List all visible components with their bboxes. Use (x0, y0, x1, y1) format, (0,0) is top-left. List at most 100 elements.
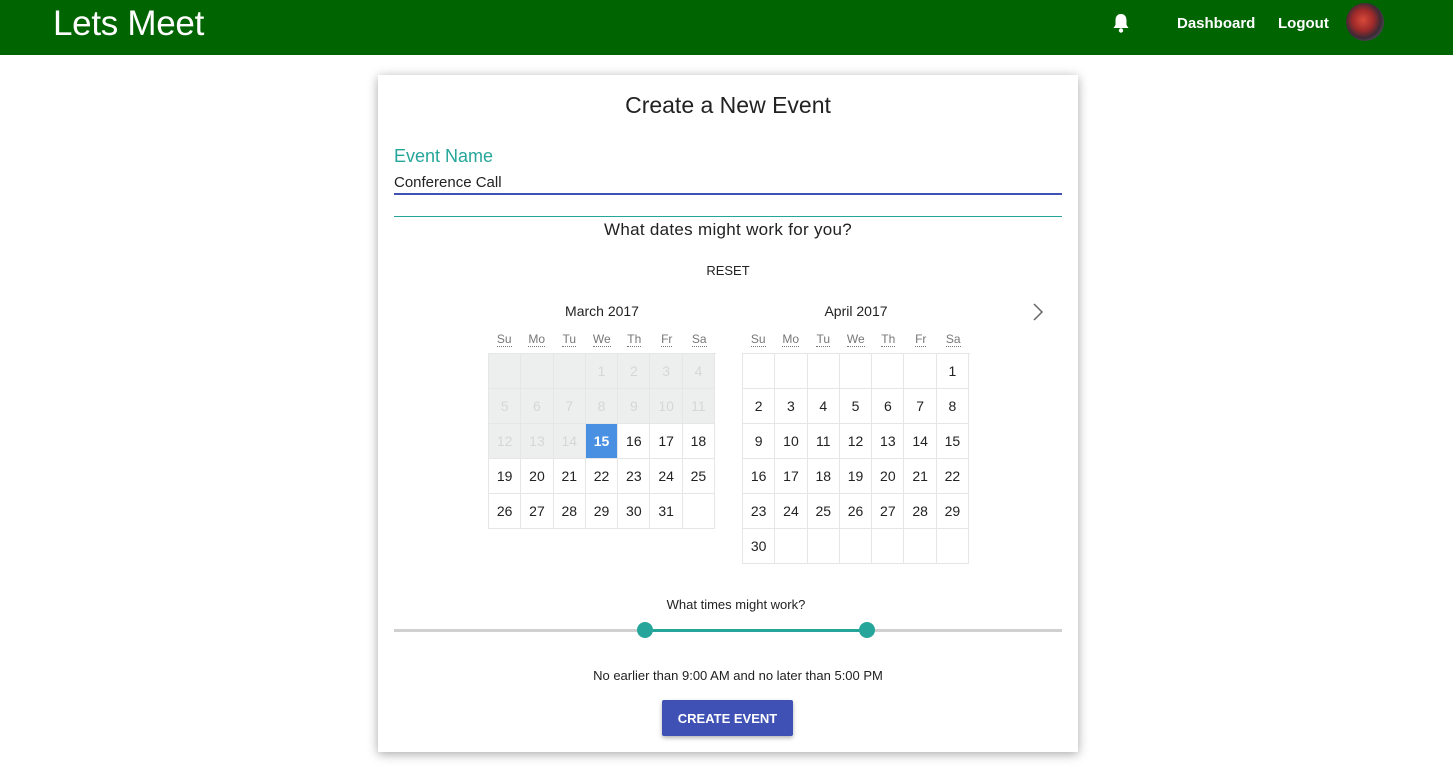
day-cell[interactable]: 16 (618, 424, 651, 459)
day-cell[interactable]: 28 (904, 494, 937, 529)
section-divider (394, 216, 1062, 217)
day-cell[interactable]: 27 (872, 494, 905, 529)
empty-day-cell (872, 354, 905, 389)
day-cell[interactable]: 11 (807, 424, 840, 459)
calendar-month-april: April 2017 Su Mo Tu We Th Fr Sa 1 2 3 4 5 6 7 8 9 10 11 1… (742, 303, 970, 564)
day-cell[interactable]: 23 (618, 459, 651, 494)
empty-day-cell (936, 529, 970, 564)
user-avatar[interactable] (1346, 3, 1384, 41)
day-cell[interactable]: 6 (872, 389, 905, 424)
day-cell[interactable]: 22 (585, 459, 619, 494)
day-cell[interactable]: 17 (775, 459, 808, 494)
day-cell[interactable]: 13 (872, 424, 905, 459)
weekday-label: We (840, 332, 873, 347)
day-cell[interactable]: 18 (807, 459, 840, 494)
empty-day-cell (807, 529, 840, 564)
day-cell-disabled: 8 (585, 389, 619, 424)
day-cell[interactable]: 22 (936, 459, 970, 494)
month-title: March 2017 (565, 303, 639, 319)
day-cell[interactable]: 14 (904, 424, 937, 459)
day-cell[interactable]: 26 (839, 494, 873, 529)
day-cell[interactable]: 21 (904, 459, 937, 494)
event-name-input[interactable] (394, 171, 1062, 195)
day-cell[interactable]: 19 (489, 459, 522, 494)
top-navbar: Lets Meet Dashboard Logout (0, 0, 1453, 55)
day-cell[interactable]: 27 (521, 494, 554, 529)
weekday-abbr: Fr (661, 332, 673, 347)
weekday-label: Th (618, 332, 651, 347)
day-cell[interactable]: 3 (775, 389, 808, 424)
weekday-abbr: Tu (562, 332, 577, 347)
notification-bell-icon[interactable] (1111, 12, 1131, 34)
empty-day-cell (521, 354, 554, 389)
day-cell-disabled: 10 (650, 389, 683, 424)
event-name-label: Event Name (394, 146, 494, 166)
day-cell-disabled: 11 (682, 389, 716, 424)
time-range-summary: No earlier than 9:00 AM and no later tha… (593, 668, 883, 683)
empty-day-cell (489, 354, 522, 389)
day-cell[interactable]: 29 (936, 494, 970, 529)
day-cell[interactable]: 2 (743, 389, 776, 424)
next-month-chevron-icon[interactable] (1028, 301, 1048, 323)
slider-start-handle[interactable] (636, 622, 653, 638)
day-cell[interactable]: 19 (839, 459, 873, 494)
weekday-abbr: We (846, 332, 865, 347)
day-cell[interactable]: 24 (775, 494, 808, 529)
dates-question: What dates might work for you? (603, 220, 853, 239)
weekday-label: Sa (937, 332, 970, 347)
nav-dashboard-link[interactable]: Dashboard (1177, 15, 1255, 32)
app-brand[interactable]: Lets Meet (53, 4, 204, 44)
weekday-abbr: Su (750, 332, 766, 347)
day-cell[interactable]: 20 (521, 459, 554, 494)
day-cell[interactable]: 4 (807, 389, 840, 424)
weekday-label: Th (872, 332, 905, 347)
weekday-header: Su Mo Tu We Th Fr Sa (742, 325, 970, 353)
weekday-abbr: Th (881, 332, 896, 347)
day-cell[interactable]: 8 (936, 389, 970, 424)
empty-day-cell (682, 494, 716, 529)
nav-logout-link[interactable]: Logout (1278, 15, 1329, 32)
reset-wrapper: RESET (378, 263, 1078, 278)
day-cell[interactable]: 30 (743, 529, 776, 564)
day-cell[interactable]: 17 (650, 424, 683, 459)
weekday-label: Fr (905, 332, 938, 347)
empty-day-cell (553, 354, 586, 389)
day-cell[interactable]: 18 (682, 424, 716, 459)
day-cell[interactable]: 30 (618, 494, 651, 529)
day-cell[interactable]: 12 (839, 424, 873, 459)
day-cell[interactable]: 10 (775, 424, 808, 459)
reset-button[interactable]: RESET (706, 263, 749, 278)
day-cell-disabled: 9 (618, 389, 651, 424)
day-cell[interactable]: 26 (489, 494, 522, 529)
weekday-label: Mo (521, 332, 554, 347)
day-cell-disabled: 14 (553, 424, 586, 459)
day-cell[interactable]: 31 (650, 494, 683, 529)
day-cell[interactable]: 1 (936, 354, 970, 389)
day-cell-selected[interactable]: 15 (585, 424, 619, 459)
day-cell[interactable]: 16 (743, 459, 776, 494)
day-cell[interactable]: 9 (743, 424, 776, 459)
day-grid: 1 2 3 4 5 6 7 8 9 10 11 12 13 14 15 16 17 18 19 20 21 22 23 24 2… (488, 353, 716, 529)
day-cell[interactable]: 25 (807, 494, 840, 529)
day-cell[interactable]: 7 (904, 389, 937, 424)
calendar-month-march: March 2017 Su Mo Tu We Th Fr Sa 1 2 3 4 5 6 7 8 9 10 11 1… (488, 303, 716, 529)
day-cell[interactable]: 21 (553, 459, 586, 494)
weekday-abbr: Th (627, 332, 642, 347)
day-cell[interactable]: 29 (585, 494, 619, 529)
day-cell[interactable]: 25 (682, 459, 716, 494)
day-cell[interactable]: 28 (553, 494, 586, 529)
day-cell[interactable]: 5 (839, 389, 873, 424)
day-cell[interactable]: 24 (650, 459, 683, 494)
weekday-label: Fr (651, 332, 684, 347)
day-cell[interactable]: 15 (936, 424, 970, 459)
day-grid: 1 2 3 4 5 6 7 8 9 10 11 12 13 14 15 16 17 18 19 20 21 22 23 24 2… (742, 353, 970, 564)
slider-end-handle[interactable] (859, 622, 876, 638)
page-title: Create a New Event (625, 92, 831, 118)
time-range-slider[interactable] (394, 621, 1062, 639)
day-cell-disabled: 7 (553, 389, 586, 424)
day-cell-disabled: 13 (521, 424, 554, 459)
create-event-button[interactable]: CREATE EVENT (662, 700, 793, 736)
day-cell[interactable]: 23 (743, 494, 776, 529)
day-cell[interactable]: 20 (872, 459, 905, 494)
month-title: April 2017 (824, 303, 888, 319)
